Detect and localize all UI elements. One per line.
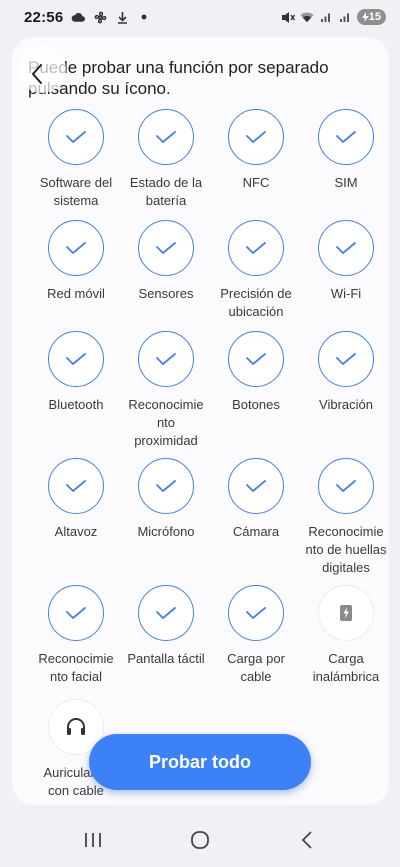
check-icon bbox=[48, 458, 104, 514]
cloud-icon bbox=[71, 10, 86, 24]
chevron-left-icon bbox=[32, 64, 42, 84]
test-tile[interactable]: Estado de la batería bbox=[120, 109, 212, 210]
check-icon bbox=[318, 109, 374, 165]
test-label: NFC bbox=[242, 175, 270, 190]
test-label: Precisión de ubicación bbox=[220, 286, 292, 319]
test-tile[interactable]: Micrófono bbox=[120, 458, 212, 541]
back-nav-button[interactable] bbox=[287, 820, 327, 860]
test-label: Pantalla táctil bbox=[127, 651, 205, 666]
download-icon bbox=[115, 10, 129, 24]
test-label: Red móvil bbox=[47, 286, 105, 301]
check-icon bbox=[318, 220, 374, 276]
test-tile[interactable]: Reconocimie nto de huellas digitales bbox=[300, 458, 389, 577]
test-tile[interactable]: Altavoz bbox=[30, 458, 122, 541]
check-icon bbox=[228, 220, 284, 276]
check-icon bbox=[48, 220, 104, 276]
check-icon bbox=[228, 585, 284, 641]
test-label: Estado de la batería bbox=[129, 175, 203, 208]
check-icon bbox=[138, 585, 194, 641]
mute-icon bbox=[281, 10, 295, 24]
test-tile[interactable]: NFC bbox=[210, 109, 302, 192]
check-icon bbox=[138, 458, 194, 514]
status-left: 22:56 bbox=[24, 9, 151, 26]
check-icon bbox=[138, 109, 194, 165]
home-icon bbox=[191, 830, 209, 849]
test-tile[interactable]: Precisión de ubicación bbox=[210, 220, 302, 321]
test-tile[interactable]: Carga por cable bbox=[210, 585, 302, 686]
test-tile[interactable]: Wi-Fi bbox=[300, 220, 389, 303]
test-label: Carga inalámbrica bbox=[312, 651, 380, 684]
test-tile[interactable]: Carga inalámbrica bbox=[300, 585, 389, 686]
check-icon bbox=[48, 109, 104, 165]
test-tile[interactable]: Botones bbox=[210, 331, 302, 414]
wifi-icon bbox=[300, 10, 314, 24]
home-button[interactable] bbox=[180, 820, 220, 860]
test-tile[interactable]: SIM bbox=[300, 109, 389, 192]
test-tile[interactable]: Reconocimie nto proximidad bbox=[120, 331, 212, 450]
test-tile[interactable]: Sensores bbox=[120, 220, 212, 303]
navigation-bar bbox=[0, 812, 400, 867]
test-label: Bluetooth bbox=[48, 397, 104, 412]
recent-apps-button[interactable] bbox=[73, 820, 113, 860]
dot-icon bbox=[137, 10, 151, 24]
test-label: Reconocimie nto proximidad bbox=[128, 397, 204, 448]
test-tile[interactable]: Cámara bbox=[210, 458, 302, 541]
test-tile[interactable]: Bluetooth bbox=[30, 331, 122, 414]
test-label: Sensores bbox=[138, 286, 194, 301]
fan-icon bbox=[93, 10, 107, 24]
status-bar: 22:56 15 bbox=[0, 0, 400, 34]
test-label: Micrófono bbox=[137, 524, 195, 539]
test-label: Botones bbox=[232, 397, 280, 412]
test-label: Vibración bbox=[319, 397, 373, 412]
test-tile[interactable]: Red móvil bbox=[30, 220, 122, 303]
test-label: Cámara bbox=[232, 524, 280, 539]
check-icon bbox=[138, 331, 194, 387]
test-label: Reconocimie nto de huellas digitales bbox=[305, 524, 387, 575]
battery-level: 15 bbox=[368, 11, 381, 23]
back-button[interactable] bbox=[26, 59, 48, 89]
test-tile[interactable]: Pantalla táctil bbox=[120, 585, 212, 668]
test-label: SIM bbox=[334, 175, 358, 190]
test-label: Wi-Fi bbox=[330, 286, 362, 301]
test-label: Reconocimie nto facial bbox=[38, 651, 114, 684]
back-nav-icon bbox=[301, 830, 312, 849]
check-icon bbox=[228, 109, 284, 165]
test-label: Altavoz bbox=[54, 524, 98, 539]
test-label: Carga por cable bbox=[227, 651, 285, 684]
check-icon bbox=[228, 458, 284, 514]
instruction-line-1: Puede probar una función por separado bbox=[28, 58, 329, 77]
test-tile[interactable]: Reconocimie nto facial bbox=[30, 585, 122, 686]
battery-indicator: 15 bbox=[356, 9, 386, 25]
check-icon bbox=[48, 585, 104, 641]
test-label: Software del sistema bbox=[39, 175, 113, 208]
instruction-text: Puede probar una función por separado pu… bbox=[28, 57, 370, 98]
check-icon bbox=[138, 220, 194, 276]
check-icon bbox=[318, 458, 374, 514]
check-icon bbox=[48, 331, 104, 387]
signal-icon bbox=[319, 10, 333, 24]
diagnostics-card: Puede probar una función por separado pu… bbox=[12, 37, 389, 805]
wireless-charging-icon bbox=[318, 585, 374, 641]
test-all-button[interactable]: Probar todo bbox=[89, 734, 311, 790]
signal-icon bbox=[338, 10, 352, 24]
status-right: 15 bbox=[281, 9, 386, 25]
recent-apps-icon bbox=[85, 832, 102, 847]
check-icon bbox=[318, 331, 374, 387]
test-tile[interactable]: Software del sistema bbox=[30, 109, 122, 210]
check-icon bbox=[228, 331, 284, 387]
status-time: 22:56 bbox=[24, 8, 64, 26]
test-tile[interactable]: Vibración bbox=[300, 331, 389, 414]
